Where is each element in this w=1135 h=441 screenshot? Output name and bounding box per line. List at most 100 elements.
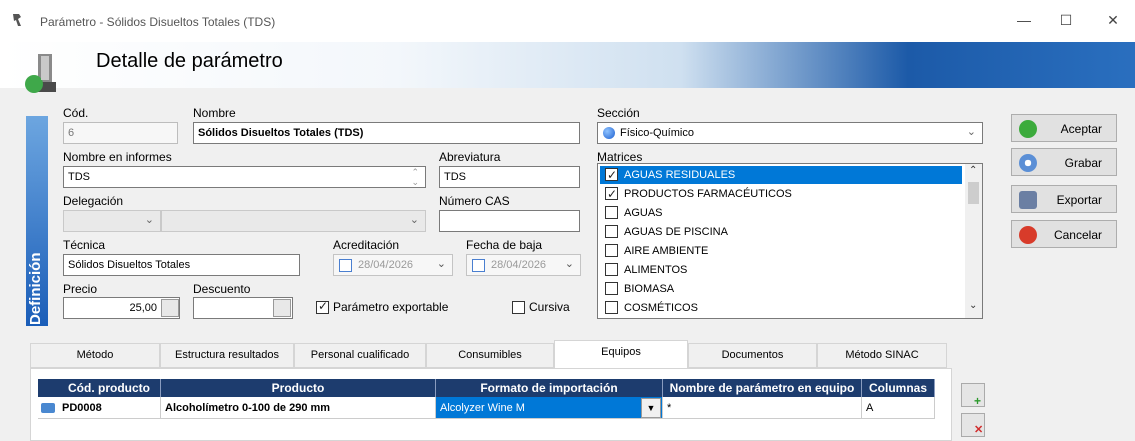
scroll-up-icon[interactable]: ⌃ xyxy=(969,165,977,176)
grabar-label: Grabar xyxy=(1064,156,1102,170)
spin-icon[interactable]: ⌃ ⌄ xyxy=(411,167,419,187)
nombre-informes-label: Nombre en informes xyxy=(63,150,172,164)
col-header-formato[interactable]: Formato de importación xyxy=(436,379,663,397)
seccion-value: Físico-Químico xyxy=(620,127,694,139)
delete-row-button[interactable]: ✕ xyxy=(961,413,985,437)
cell-columnas[interactable]: A xyxy=(862,397,935,419)
tecnica-field[interactable]: Sólidos Disueltos Totales xyxy=(63,254,300,276)
exportar-button[interactable]: Exportar xyxy=(1011,185,1117,213)
title-bar: Parámetro - Sólidos Disueltos Totales (T… xyxy=(0,0,1135,42)
descuento-label: Descuento xyxy=(193,282,251,296)
cell-producto[interactable]: Alcoholímetro 0-100 de 290 mm xyxy=(161,397,436,419)
matriz-label: BIOMASA xyxy=(624,283,675,295)
list-item[interactable]: COSMÉTICOS xyxy=(600,299,962,317)
abreviatura-field[interactable]: TDS xyxy=(439,166,580,188)
fecha-baja-value: 28/04/2026 xyxy=(491,259,547,271)
app-icon xyxy=(13,14,21,26)
tab-documentos[interactable]: Documentos xyxy=(688,343,817,368)
matriz-checkbox[interactable] xyxy=(605,263,618,276)
cod-label: Cód. xyxy=(63,106,89,120)
seccion-combo[interactable]: Físico-Químico ⌄ xyxy=(597,122,983,144)
nombre-label: Nombre xyxy=(193,106,236,120)
cod-field[interactable]: 6 xyxy=(63,122,178,144)
chevron-down-icon: ⌄ xyxy=(144,214,154,226)
chevron-down-icon: ⌄ xyxy=(409,214,419,226)
tab-m-todo-sinac[interactable]: Método SINAC xyxy=(817,343,947,368)
matriz-checkbox[interactable] xyxy=(605,301,618,314)
plus-icon: + xyxy=(974,394,982,408)
nombre-informes-value: TDS xyxy=(68,171,90,183)
tab-equipos[interactable]: Equipos xyxy=(554,340,688,369)
list-item[interactable]: AGUAS RESIDUALES xyxy=(600,166,962,184)
col-header-columnas[interactable]: Columnas xyxy=(862,379,935,397)
exportable-checkbox[interactable] xyxy=(316,299,329,314)
cell-formato-value: Alcolyzer Wine M xyxy=(440,402,525,414)
calculator-icon[interactable] xyxy=(161,299,179,317)
delegacion-label: Delegación xyxy=(63,194,124,208)
fecha-baja-date[interactable]: 28/04/2026 ⌄ xyxy=(466,254,581,276)
cell-formato[interactable]: Alcolyzer Wine M xyxy=(436,397,663,419)
acreditacion-value: 28/04/2026 xyxy=(358,259,414,271)
list-item[interactable]: ALIMENTOS xyxy=(600,261,962,279)
list-item[interactable]: AGUAS DE PISCINA xyxy=(600,223,962,241)
matriz-label: AIRE AMBIENTE xyxy=(624,245,709,257)
minimize-button[interactable]: — xyxy=(1009,8,1039,32)
list-item[interactable]: BIOMASA xyxy=(600,280,962,298)
delegacion-combo-1[interactable]: ⌄ xyxy=(63,210,161,232)
acreditacion-checkbox[interactable] xyxy=(339,259,352,272)
tab-estructura-resultados[interactable]: Estructura resultados xyxy=(160,343,294,368)
side-tab-label: Definición xyxy=(27,252,44,325)
calculator-icon[interactable] xyxy=(273,299,291,317)
matriz-checkbox[interactable] xyxy=(605,206,618,219)
matriz-label: AGUAS DE PISCINA xyxy=(624,226,728,238)
aceptar-button[interactable]: Aceptar xyxy=(1011,114,1117,142)
scroll-down-icon[interactable]: ⌄ xyxy=(969,300,977,311)
flask-icon xyxy=(25,54,56,93)
nombre-informes-field[interactable]: TDS ⌃ ⌄ xyxy=(63,166,426,188)
numero-cas-field[interactable] xyxy=(439,210,580,232)
tecnica-label: Técnica xyxy=(63,238,106,252)
matriz-checkbox[interactable] xyxy=(605,282,618,295)
cancelar-button[interactable]: Cancelar xyxy=(1011,220,1117,248)
col-header-producto[interactable]: Producto xyxy=(161,379,436,397)
chevron-down-icon: ⌄ xyxy=(966,126,976,138)
numero-cas-label: Número CAS xyxy=(439,194,510,208)
chevron-down-icon: ⌄ xyxy=(564,258,574,270)
matriz-checkbox[interactable] xyxy=(605,225,618,238)
acreditacion-date[interactable]: 28/04/2026 ⌄ xyxy=(333,254,453,276)
delegacion-combo-2[interactable]: ⌄ xyxy=(161,210,426,232)
list-item[interactable]: AIRE AMBIENTE xyxy=(600,242,962,260)
close-button[interactable]: ✕ xyxy=(1098,8,1128,32)
globe-icon xyxy=(603,127,615,139)
export-icon xyxy=(1019,191,1037,209)
cell-nombre-param[interactable]: * xyxy=(663,397,862,419)
tab-personal-cualificado[interactable]: Personal cualificado xyxy=(294,343,426,368)
col-header-nombre-param[interactable]: Nombre de parámetro en equipo xyxy=(663,379,862,397)
list-item[interactable]: AGUAS xyxy=(600,204,962,222)
matrices-list[interactable]: AGUAS RESIDUALES PRODUCTOS FARMACÉUTICOS A… xyxy=(597,163,983,319)
matriz-checkbox[interactable] xyxy=(605,185,618,203)
tab-m-todo[interactable]: Método xyxy=(30,343,160,368)
matriz-label: AGUAS RESIDUALES xyxy=(624,169,736,181)
scrollbar[interactable]: ⌃ ⌄ xyxy=(965,164,982,318)
maximize-button[interactable]: ☐ xyxy=(1051,8,1081,32)
matriz-checkbox[interactable] xyxy=(605,166,618,184)
cell-codigo[interactable]: PD0008 xyxy=(58,397,161,419)
aceptar-label: Aceptar xyxy=(1060,122,1102,136)
grabar-button[interactable]: Grabar xyxy=(1011,148,1117,176)
col-header-codigo[interactable]: Cód. producto xyxy=(58,379,161,397)
add-row-button[interactable]: + xyxy=(961,383,985,408)
matriz-label: COSMÉTICOS xyxy=(624,302,698,314)
matriz-checkbox[interactable] xyxy=(605,244,618,257)
list-item[interactable]: PRODUCTOS FARMACÉUTICOS xyxy=(600,185,962,203)
formato-dropdown-button[interactable]: ▼ xyxy=(641,398,661,418)
cursiva-checkbox[interactable] xyxy=(512,301,525,314)
tab-consumibles[interactable]: Consumibles xyxy=(426,343,554,368)
fecha-baja-checkbox[interactable] xyxy=(472,259,485,272)
fecha-baja-label: Fecha de baja xyxy=(466,238,543,252)
precio-label: Precio xyxy=(63,282,98,296)
nombre-field[interactable]: Sólidos Disueltos Totales (TDS) xyxy=(193,122,580,144)
row-indicator[interactable] xyxy=(38,397,58,419)
cancel-icon xyxy=(1019,226,1037,244)
scrollbar-thumb[interactable] xyxy=(968,182,979,204)
